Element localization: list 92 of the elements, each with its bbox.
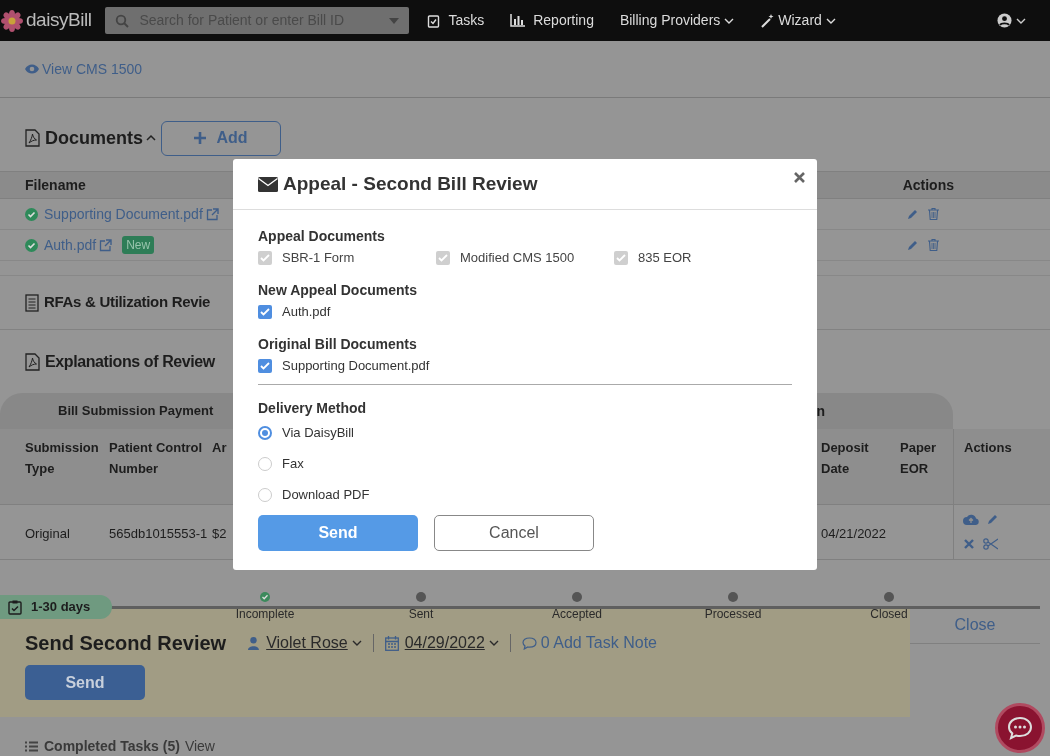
radio-label: Via DaisyBill [282,423,354,442]
nav-link[interactable]: Billing Providers [619,10,735,31]
column-header: Paper EOR [900,439,938,478]
group-heading: Original Bill Documents [258,335,418,353]
group-heading: Appeal Documents [258,227,386,245]
column-header: Deposit Date [821,439,870,478]
close-link[interactable]: Close [954,613,996,637]
task-title: Send Second Review [25,631,227,656]
close-icon[interactable] [794,172,805,183]
column-header: Actions [902,175,954,195]
file-link[interactable]: Auth.pdf [44,234,97,256]
external-link-icon[interactable] [205,207,219,221]
check-circle-icon [25,238,38,252]
step-label: Closed [870,606,908,623]
nav-link[interactable]: Wizard [760,10,836,31]
trash-icon[interactable] [928,239,939,251]
radio-label: Download PDF [282,485,370,504]
envelope-icon [258,176,278,192]
app-logo[interactable]: daisyBill [26,6,92,35]
checkbox-label: 835 EOR [638,249,692,268]
search-icon [115,13,130,28]
bar-chart-icon [510,14,526,27]
table-cell-text: 565db1015553-1 [109,525,208,543]
nav-link[interactable]: Reporting [510,10,594,31]
plus-icon [194,132,207,144]
nav-link[interactable]: Tasks [427,10,485,31]
cloud-upload-icon[interactable] [963,514,979,525]
column-header: Filename [25,175,86,195]
caret-icon [351,638,362,648]
pencil-icon[interactable] [907,239,919,251]
caret-icon [488,638,499,648]
scissors-icon[interactable] [983,538,998,550]
section-heading: RFAs & Utilization Revie [44,292,211,313]
send-button[interactable]: Send [258,515,418,551]
check-circle-icon [25,207,38,221]
add-button[interactable]: Add [161,120,281,156]
magic-wand-icon [760,13,775,28]
external-link-icon[interactable] [99,238,113,252]
group-heading: New Appeal Documents [258,281,418,299]
user-icon[interactable] [997,13,1012,28]
file-link[interactable]: Supporting Document.pdf [44,203,203,225]
table-cell-text: $2 [212,525,227,543]
completed-tasks-label: Completed Tasks (5) [44,736,180,756]
column-header: Ar [212,439,227,457]
checkbox-label: Supporting Document.pdf [282,357,430,376]
days-pill: 1-30 days [0,595,112,619]
form-icon [25,293,39,312]
pdf-file-icon [25,129,40,147]
pencil-icon[interactable] [987,513,999,525]
collapse-caret-icon[interactable] [146,134,156,142]
send-button[interactable]: Send [25,665,145,700]
task-note-link[interactable]: 0 Add Task Note [521,631,657,655]
clipboard-check-icon [8,599,22,615]
eye-icon [25,64,39,74]
speech-bubble-icon [521,636,537,650]
step-label: Sent [408,606,434,623]
cancel-button[interactable]: Cancel [434,515,594,551]
step-label: Incomplete [235,606,295,623]
table-cell-text: 04/21/2022 [821,525,887,543]
column-header: Patient Control Number [109,439,204,478]
calendar-icon [384,635,399,651]
view-link[interactable]: View [184,735,215,756]
chat-icon [1007,716,1033,740]
column-header: Actions [964,439,1012,457]
radio-label: Fax [282,454,304,473]
new-badge: New [122,236,155,254]
view-link[interactable]: View CMS 1500 [25,58,143,80]
step-label: Accepted [551,606,602,623]
checkbox-label: Auth.pdf [282,303,331,322]
chat-button[interactable] [995,703,1045,753]
pencil-icon[interactable] [907,208,919,220]
checkbox-label: Modified CMS 1500 [460,249,575,268]
group-heading: Delivery Method [258,399,368,417]
list-icon [25,740,38,752]
section-heading: Explanations of Review [45,351,215,372]
clipboard-icon [427,13,441,28]
checkbox-label: SBR-1 Form [282,249,355,268]
section-heading: Documents [45,126,143,150]
trash-icon[interactable] [928,208,939,220]
date-dropdown[interactable]: 04/29/2022 [384,631,499,655]
caret-icon [389,17,400,24]
daisy-logo-icon [1,9,23,32]
radio-button[interactable] [258,425,272,440]
checkbox[interactable] [258,305,272,319]
column-header: Submission Type [25,439,100,478]
pdf-file-icon [25,352,40,371]
checkbox[interactable] [258,359,272,373]
user-icon [248,636,260,650]
table-cell-text: Original [25,525,70,543]
assignee-dropdown[interactable]: Violet Rose [248,631,362,655]
step-label: Processed [704,606,762,623]
dialog-title: Appeal - Second Bill Review [283,171,538,196]
